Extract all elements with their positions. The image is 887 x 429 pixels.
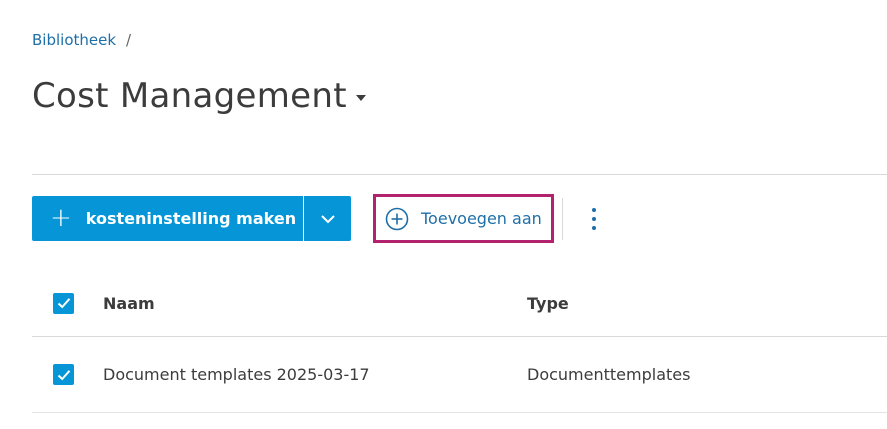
row-checkbox[interactable] (53, 364, 74, 385)
checkmark-icon (57, 298, 70, 309)
page-title: Cost Management (32, 76, 347, 116)
create-cost-setting-label: kosteninstelling maken (85, 209, 297, 228)
column-header-name[interactable]: Naam (103, 294, 155, 313)
column-header-type[interactable]: Type (527, 294, 569, 313)
header-divider (32, 174, 887, 175)
caret-down-icon (355, 95, 366, 101)
add-to-label: Toevoegen aan (421, 209, 542, 228)
page-title-dropdown[interactable]: Cost Management (32, 76, 366, 116)
plus-circle-icon (385, 207, 409, 230)
breadcrumb: Bibliotheek / (32, 31, 131, 49)
add-to-button[interactable]: Toevoegen aan (373, 194, 554, 243)
library-table: Naam Type Document templates 2025-03-17 … (32, 270, 887, 413)
table-row[interactable]: Document templates 2025-03-17 Documentte… (32, 337, 887, 413)
toolbar-separator (562, 198, 563, 240)
more-options-icon[interactable] (584, 206, 604, 232)
create-options-dropdown-button[interactable] (304, 196, 351, 241)
row-name[interactable]: Document templates 2025-03-17 (103, 365, 370, 384)
checkmark-icon (57, 369, 70, 380)
create-cost-setting-button[interactable]: + kosteninstelling maken (32, 196, 303, 241)
table-header: Naam Type (32, 270, 887, 337)
select-all-checkbox[interactable] (53, 292, 74, 314)
breadcrumb-library-link[interactable]: Bibliotheek (32, 31, 116, 49)
plus-icon: + (50, 202, 72, 233)
chevron-down-icon (320, 214, 335, 223)
breadcrumb-separator: / (126, 31, 132, 49)
row-type: Documenttemplates (527, 365, 691, 384)
